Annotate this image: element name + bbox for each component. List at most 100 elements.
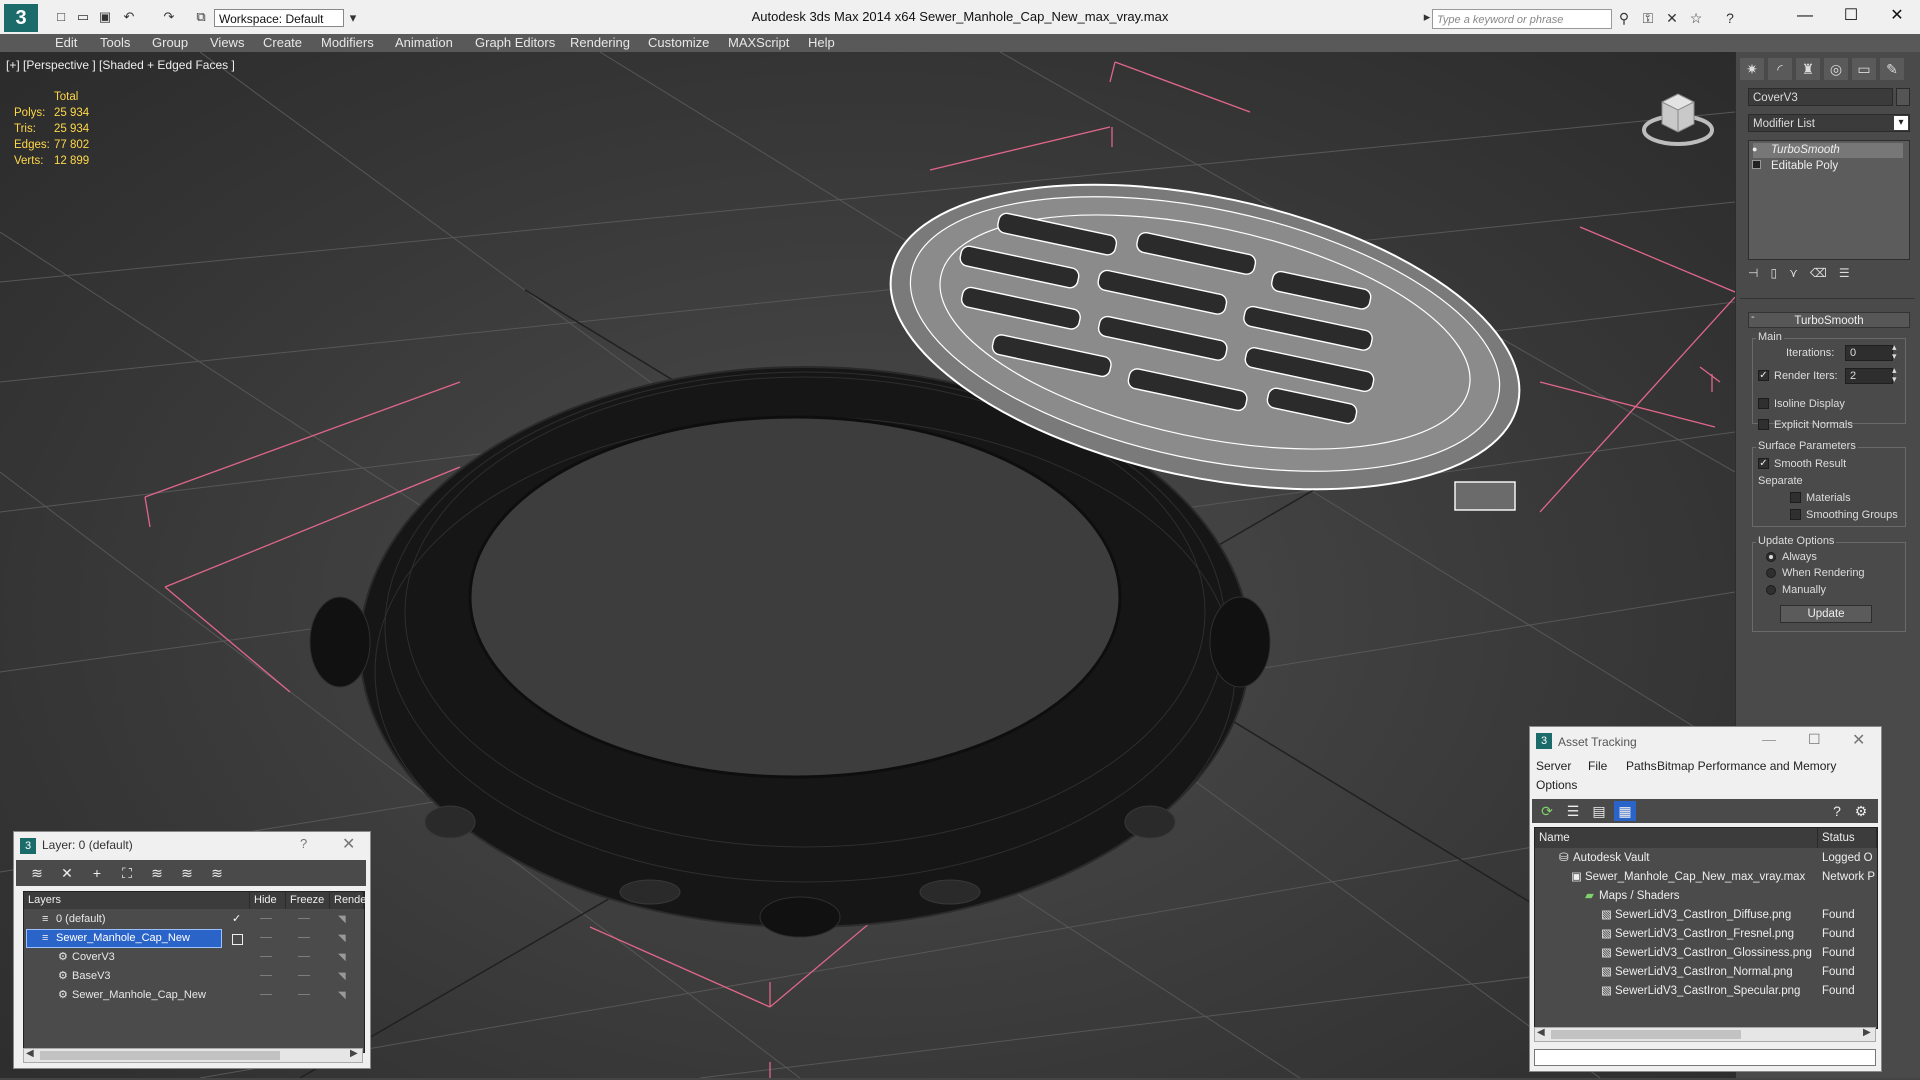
column-name[interactable]: Name — [1535, 828, 1818, 848]
minimize-icon[interactable]: — — [1782, 0, 1828, 32]
menu-server[interactable]: Server — [1536, 759, 1571, 773]
stack-item-editable-poly[interactable]: Editable Poly — [1753, 159, 1903, 174]
scroll-right-icon[interactable]: ▶ — [350, 1048, 358, 1059]
menu-options[interactable]: Options — [1536, 778, 1577, 792]
list-item[interactable]: ▧ SewerLidV3_CastIron_Glossiness.png Fou… — [1535, 944, 1877, 963]
select-objects-icon[interactable]: ⛶ — [116, 863, 138, 883]
scrollbar-thumb[interactable] — [40, 1051, 280, 1060]
menu-customize[interactable]: Customize — [648, 34, 709, 52]
close-icon[interactable]: ✕ — [1852, 730, 1865, 750]
isoline-display-checkbox[interactable] — [1758, 398, 1769, 409]
maximize-icon[interactable]: ☐ — [1808, 731, 1821, 748]
menu-edit[interactable]: Edit — [55, 34, 77, 52]
render-iters-spinner[interactable]: 2 — [1845, 368, 1893, 384]
scroll-right-icon[interactable]: ▶ — [1863, 1027, 1871, 1038]
menu-tools[interactable]: Tools — [100, 34, 130, 52]
lightbulb-icon[interactable]: ● — [1752, 144, 1762, 154]
menu-create[interactable]: Create — [263, 34, 302, 52]
render-iters-checkbox[interactable]: ✓ — [1758, 370, 1769, 381]
object-name-field[interactable]: CoverV3 — [1748, 88, 1893, 106]
column-render[interactable]: Rende — [330, 892, 366, 909]
smooth-result-checkbox[interactable]: ✓ — [1758, 458, 1769, 469]
help-icon[interactable]: ? — [1720, 10, 1740, 26]
layer-row[interactable]: ⚙ BaseV3 ┄┄ ┄┄ ◥ — [24, 967, 364, 986]
column-status[interactable]: Status — [1818, 828, 1877, 848]
column-freeze[interactable]: Freeze — [286, 892, 330, 909]
horizontal-scrollbar[interactable]: ◀ ▶ — [1534, 1027, 1876, 1042]
help-button[interactable]: ? — [300, 836, 307, 851]
hierarchy-tab-icon[interactable]: ♜ — [1796, 58, 1820, 80]
iterations-spinner-arrows-icon[interactable]: ▴ ▾ — [1892, 343, 1897, 361]
manually-radio[interactable] — [1766, 585, 1776, 595]
menu-rendering[interactable]: Rendering — [570, 34, 630, 52]
close-icon[interactable]: ✕ — [1874, 0, 1920, 32]
scroll-left-icon[interactable]: ◀ — [1537, 1027, 1545, 1038]
modify-tab-icon[interactable]: ◜ — [1768, 58, 1792, 80]
favorites-star-icon[interactable]: ☆ — [1686, 10, 1706, 26]
menu-graph-editors[interactable]: Graph Editors — [475, 34, 555, 52]
scrollbar-thumb[interactable] — [1551, 1030, 1741, 1039]
motion-tab-icon[interactable]: ◎ — [1824, 58, 1848, 80]
explicit-normals-checkbox[interactable] — [1758, 419, 1769, 430]
layer-row[interactable]: ≡ Sewer_Manhole_Cap_New ┄┄ ┄┄ ◥ — [24, 929, 364, 948]
list-item[interactable]: ▰ Maps / Shaders — [1535, 887, 1877, 906]
render-iters-spinner-arrows-icon[interactable]: ▴ ▾ — [1892, 366, 1897, 384]
menu-paths[interactable]: Paths — [1626, 759, 1657, 773]
column-layers[interactable]: Layers — [24, 892, 250, 909]
expand-toggle-icon[interactable] — [1752, 160, 1761, 169]
utilities-tab-icon[interactable]: ✎ — [1880, 58, 1904, 80]
configure-sets-icon[interactable]: ☰ — [1839, 266, 1862, 280]
display-tab-icon[interactable]: ▭ — [1852, 58, 1876, 80]
modifier-list-chevron-icon[interactable]: ▾ — [1894, 116, 1908, 130]
show-end-result-icon[interactable]: ▯ — [1770, 266, 1789, 280]
add-to-layer-icon[interactable]: + — [86, 863, 108, 883]
remove-modifier-icon[interactable]: ⌫ — [1810, 266, 1839, 280]
update-button[interactable]: Update — [1780, 605, 1872, 623]
pin-stack-icon[interactable]: ⊣ — [1748, 266, 1770, 280]
list-item[interactable]: ⛁ Autodesk Vault Logged O — [1535, 849, 1877, 868]
menu-maxscript[interactable]: MAXScript — [728, 34, 789, 52]
rollout-collapse-icon[interactable]: - — [1751, 311, 1755, 323]
materials-checkbox[interactable] — [1790, 492, 1801, 503]
set-current-layer-icon[interactable] — [232, 934, 243, 945]
maximize-icon[interactable]: ☐ — [1828, 0, 1874, 32]
delete-layer-icon[interactable]: ✕ — [56, 863, 78, 883]
smoothing-groups-checkbox[interactable] — [1790, 509, 1801, 520]
menu-modifiers[interactable]: Modifiers — [321, 34, 374, 52]
list-item[interactable]: ▧ SewerLidV3_CastIron_Diffuse.png Found — [1535, 906, 1877, 925]
viewcube-icon[interactable] — [1640, 82, 1720, 152]
menu-group[interactable]: Group — [152, 34, 188, 52]
make-unique-icon[interactable]: ⋎ — [1789, 266, 1810, 280]
minimize-icon[interactable]: — — [1762, 731, 1776, 747]
create-layer-icon[interactable]: ≋ — [26, 863, 48, 883]
list-item[interactable]: ▧ SewerLidV3_CastIron_Specular.png Found — [1535, 982, 1877, 1001]
iterations-spinner[interactable]: 0 — [1845, 345, 1893, 361]
turbosmooth-rollout-header[interactable]: TurboSmooth — [1748, 312, 1910, 328]
current-layer-check-icon[interactable]: ✓ — [232, 910, 241, 929]
modifier-list-dropdown[interactable]: Modifier List — [1748, 114, 1910, 132]
refresh-icon[interactable]: ⟳ — [1536, 801, 1558, 821]
subscription-key-icon[interactable]: ⚿ — [1638, 10, 1658, 26]
close-icon[interactable]: ✕ — [342, 834, 355, 854]
always-radio[interactable] — [1766, 552, 1776, 562]
list-view-icon[interactable]: ☰ — [1562, 801, 1584, 821]
path-input[interactable] — [1534, 1049, 1876, 1066]
stack-item-turbosmooth[interactable]: TurboSmooth — [1753, 143, 1903, 158]
layer-row[interactable]: ≡ 0 (default) ✓ ┄┄ ┄┄ ◥ — [24, 910, 364, 929]
highlight-layer-icon[interactable]: ≋ — [146, 863, 168, 883]
layer-row[interactable]: ⚙ Sewer_Manhole_Cap_New ┄┄ ┄┄ ◥ — [24, 986, 364, 1005]
search-input[interactable]: Type a keyword or phrase — [1432, 9, 1612, 29]
menu-help[interactable]: Help — [808, 34, 835, 52]
horizontal-scrollbar[interactable]: ◀ ▶ — [23, 1048, 363, 1063]
thumbnail-view-icon[interactable]: ▤ — [1588, 801, 1610, 821]
menu-views[interactable]: Views — [210, 34, 244, 52]
hide-all-icon[interactable]: ≋ — [176, 863, 198, 883]
settings-icon[interactable]: ⚙ — [1850, 801, 1872, 821]
binoculars-icon[interactable]: ⚲ — [1614, 10, 1634, 26]
layer-row[interactable]: ⚙ CoverV3 ┄┄ ┄┄ ◥ — [24, 948, 364, 967]
menu-animation[interactable]: Animation — [395, 34, 453, 52]
help-icon[interactable]: ? — [1826, 801, 1848, 821]
scroll-left-icon[interactable]: ◀ — [26, 1048, 34, 1059]
list-item[interactable]: ▣ Sewer_Manhole_Cap_New_max_vray.max Net… — [1535, 868, 1877, 887]
communication-icon[interactable]: ✕ — [1662, 10, 1682, 26]
